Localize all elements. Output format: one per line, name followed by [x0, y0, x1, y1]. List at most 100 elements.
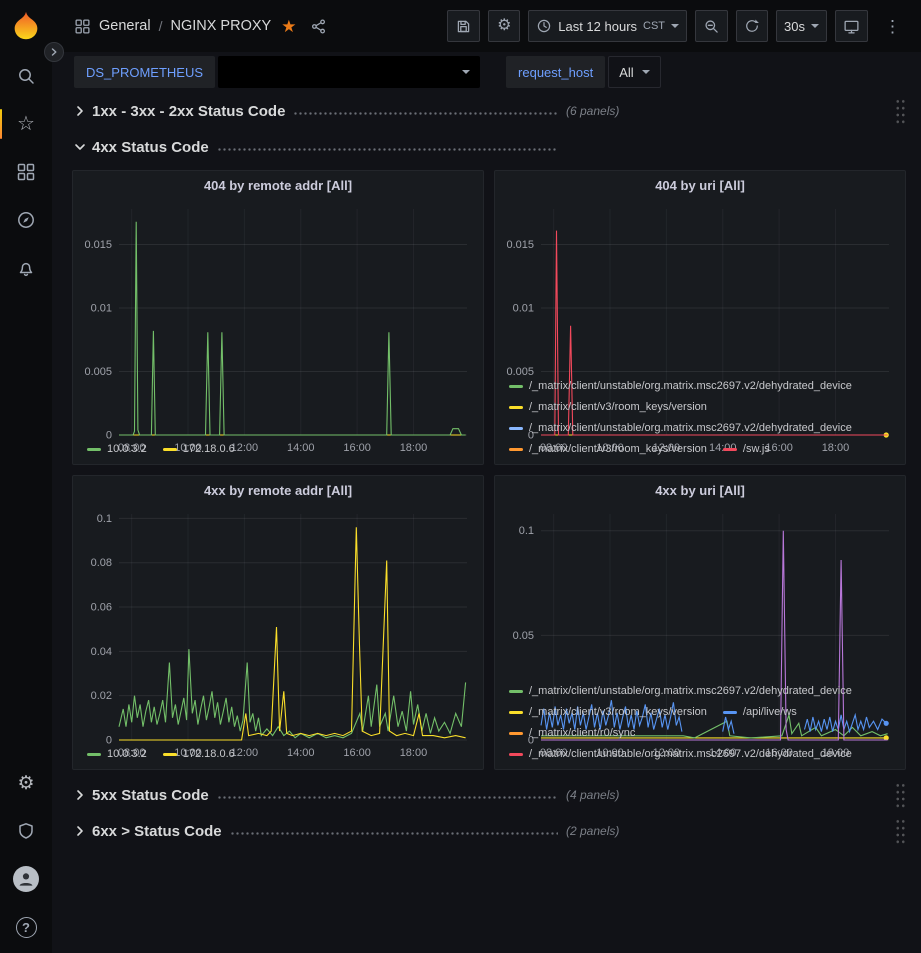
variable-value-request-host[interactable]: All — [608, 56, 660, 88]
breadcrumb-dashboard[interactable]: NGINX PROXY — [170, 18, 271, 34]
time-series-chart[interactable]: 00.0050.010.01508:0010:0012:0014:0016:00… — [73, 199, 483, 439]
dashboard-settings-button[interactable]: ⚙ — [488, 10, 520, 42]
legend-item[interactable]: 172.18.0.6 — [163, 744, 235, 764]
explore-compass-icon — [16, 210, 36, 230]
legend-item[interactable]: /sw.js — [723, 439, 770, 459]
alerting-bell-icon — [16, 258, 36, 278]
zoom-out-icon — [703, 18, 720, 35]
legend-item[interactable]: /_matrix/client/v3/room_keys/version — [509, 397, 707, 417]
sidebar-item-starred[interactable]: ☆ — [0, 100, 52, 148]
panel-title[interactable]: 404 by uri [All] — [495, 171, 905, 199]
share-icon[interactable] — [310, 18, 327, 35]
timezone-label: CST — [643, 20, 665, 32]
panel-title[interactable]: 4xx by remote addr [All] — [73, 476, 483, 504]
star-outline-icon: ☆ — [17, 114, 35, 134]
person-icon — [16, 869, 36, 889]
navbar-actions: ⚙ Last 12 hours CST 30s ⋮ — [447, 10, 909, 42]
dashboard-variables: DS_PROMETHEUS request_host All — [52, 52, 921, 92]
sidebar-expand-button[interactable] — [44, 42, 64, 62]
panel-4xx-by-remote-addr: 4xx by remote addr [All] 00.020.040.060.… — [72, 475, 484, 770]
clock-icon — [536, 18, 552, 34]
sidebar-bottom-nav: ⚙ ? — [0, 759, 52, 953]
row-6xx[interactable]: 6xx > Status Code (2 panels) — [72, 816, 906, 846]
row-drag-handle[interactable] — [895, 782, 906, 809]
svg-text:0.02: 0.02 — [91, 690, 112, 702]
variable-request-host-value-text: All — [619, 65, 633, 80]
sidebar-item-search[interactable] — [0, 52, 52, 100]
chevron-down-icon — [811, 24, 819, 28]
chevron-right-icon — [72, 787, 88, 803]
cycle-view-button[interactable] — [835, 10, 868, 42]
panel-legend: 10.0.3.2 172.18.0.6 — [73, 439, 483, 464]
legend-item[interactable]: /_matrix/client/unstable/org.matrix.msc2… — [509, 744, 852, 764]
svg-text:0.1: 0.1 — [97, 513, 112, 525]
variable-value-ds[interactable] — [218, 56, 480, 88]
svg-text:0.05: 0.05 — [513, 630, 534, 642]
sidebar-item-dashboards[interactable] — [0, 148, 52, 196]
zoom-out-button[interactable] — [695, 10, 728, 42]
gear-icon: ⚙ — [497, 18, 511, 34]
legend-item[interactable]: /_matrix/client/unstable/org.matrix.msc2… — [509, 418, 852, 438]
kebab-icon: ⋮ — [884, 18, 901, 35]
save-icon — [455, 18, 472, 35]
legend-item[interactable]: 10.0.3.2 — [87, 744, 147, 764]
chevron-right-icon — [48, 46, 60, 58]
time-series-chart[interactable]: 00.0050.010.01508:0010:0012:0014:0016:00… — [495, 199, 905, 376]
panel-count: (4 panels) — [566, 788, 619, 802]
time-range-picker[interactable]: Last 12 hours CST — [528, 10, 687, 42]
row-5xx[interactable]: 5xx Status Code (4 panels) — [72, 780, 906, 810]
legend-item[interactable]: 172.18.0.6 — [163, 439, 235, 459]
sidebar-item-profile[interactable] — [0, 855, 52, 903]
row-drag-handle[interactable] — [895, 818, 906, 845]
panel-title[interactable]: 404 by remote addr [All] — [73, 171, 483, 199]
refresh-interval-picker[interactable]: 30s — [776, 10, 827, 42]
row-1xx-3xx-2xx[interactable]: 1xx - 3xx - 2xx Status Code (6 panels) — [72, 96, 906, 126]
time-range-label: Last 12 hours — [558, 19, 637, 34]
dotted-leader — [230, 823, 558, 839]
refresh-button[interactable] — [736, 10, 768, 42]
more-options-button[interactable]: ⋮ — [876, 10, 909, 42]
legend-item[interactable]: /api/live/ws — [723, 702, 797, 722]
save-dashboard-button[interactable] — [447, 10, 480, 42]
sidebar-item-alerting[interactable] — [0, 244, 52, 292]
legend-item[interactable]: /_matrix/client/v3/room_keys/version — [509, 439, 707, 459]
sidebar-item-explore[interactable] — [0, 196, 52, 244]
svg-text:0.04: 0.04 — [91, 646, 112, 658]
top-navbar: General / NGINX PROXY ★ ⚙ Last 12 hours … — [52, 0, 921, 52]
time-series-chart[interactable]: 00.020.040.060.080.108:0010:0012:0014:00… — [73, 504, 483, 744]
panel-4xx-by-uri: 4xx by uri [All] 00.050.108:0010:0012:00… — [494, 475, 906, 770]
svg-text:0.08: 0.08 — [91, 557, 112, 569]
legend-item[interactable]: /_matrix/client/unstable/org.matrix.msc2… — [509, 681, 852, 701]
sidebar-item-security[interactable] — [0, 807, 52, 855]
time-series-chart[interactable]: 00.050.108:0010:0012:0014:0016:0018:00 — [495, 504, 905, 681]
panel-title[interactable]: 4xx by uri [All] — [495, 476, 905, 504]
grafana-logo[interactable] — [0, 0, 52, 52]
monitor-icon — [843, 18, 860, 35]
variable-label-ds: DS_PROMETHEUS — [74, 56, 215, 88]
chevron-down-icon — [462, 70, 470, 74]
legend-item[interactable]: /_matrix/client/v3/room_keys/version — [509, 702, 707, 722]
legend-item[interactable]: 10.0.3.2 — [87, 439, 147, 459]
panel-legend: 10.0.3.2 172.18.0.6 — [73, 744, 483, 769]
row-4xx[interactable]: 4xx Status Code — [72, 132, 906, 162]
panel-legend: /_matrix/client/unstable/org.matrix.msc2… — [495, 681, 905, 769]
panel-grid: 404 by remote addr [All] 00.0050.010.015… — [72, 170, 906, 770]
row-title: 1xx - 3xx - 2xx Status Code — [92, 103, 285, 120]
variable-request-host: request_host All — [506, 56, 661, 88]
sidebar-item-server-admin[interactable]: ⚙ — [0, 759, 52, 807]
favorite-star-icon[interactable]: ★ — [281, 18, 296, 35]
panel-count: (6 panels) — [566, 104, 619, 118]
sidebar-item-help[interactable]: ? — [0, 903, 52, 951]
dotted-leader — [217, 139, 558, 155]
dotted-leader — [217, 787, 558, 803]
chevron-right-icon — [72, 103, 88, 119]
breadcrumb-folder[interactable]: General — [99, 18, 151, 34]
legend-item[interactable]: /_matrix/client/unstable/org.matrix.msc2… — [509, 376, 852, 396]
row-drag-handle[interactable] — [895, 98, 906, 125]
chevron-down-icon — [671, 24, 679, 28]
variable-ds-prometheus: DS_PROMETHEUS — [74, 56, 480, 88]
row-title: 6xx > Status Code — [92, 823, 222, 840]
legend-item[interactable]: /_matrix/client/r0/sync — [509, 723, 635, 743]
avatar — [13, 866, 39, 892]
svg-text:0.01: 0.01 — [91, 303, 112, 315]
